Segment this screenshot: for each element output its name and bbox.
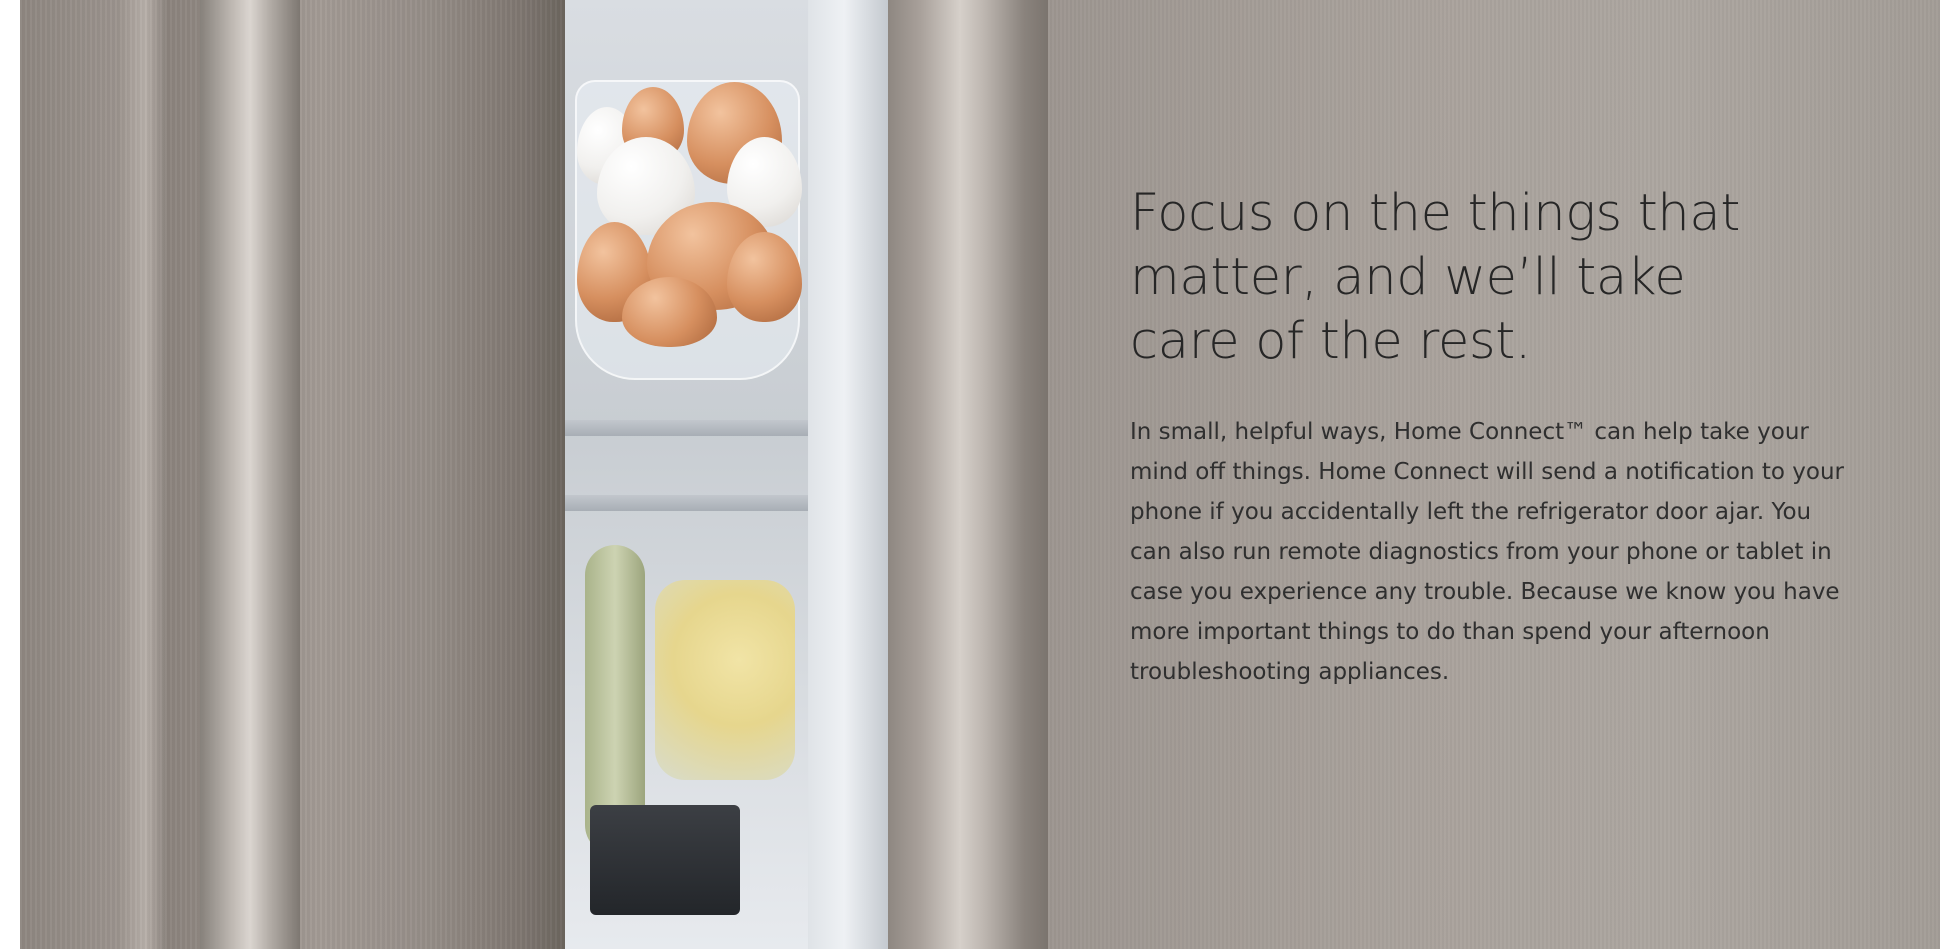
left-door-handle [200, 0, 300, 949]
glass-shelf [565, 420, 808, 436]
body-paragraph: In small, helpful ways, Home Connect™ ca… [1130, 419, 1845, 685]
door-edge [808, 0, 888, 949]
headline: Focus on the things that matter, and we’… [1130, 184, 1741, 371]
produce [655, 580, 795, 780]
refrigerator-interior [565, 0, 808, 949]
glass-shelf [565, 495, 808, 511]
door-bin [590, 805, 740, 915]
egg [727, 232, 802, 322]
text-block: Focus on the things that matter, and we’… [1130, 182, 1850, 692]
egg-bowl [575, 80, 802, 380]
right-door-handle [888, 0, 1048, 949]
